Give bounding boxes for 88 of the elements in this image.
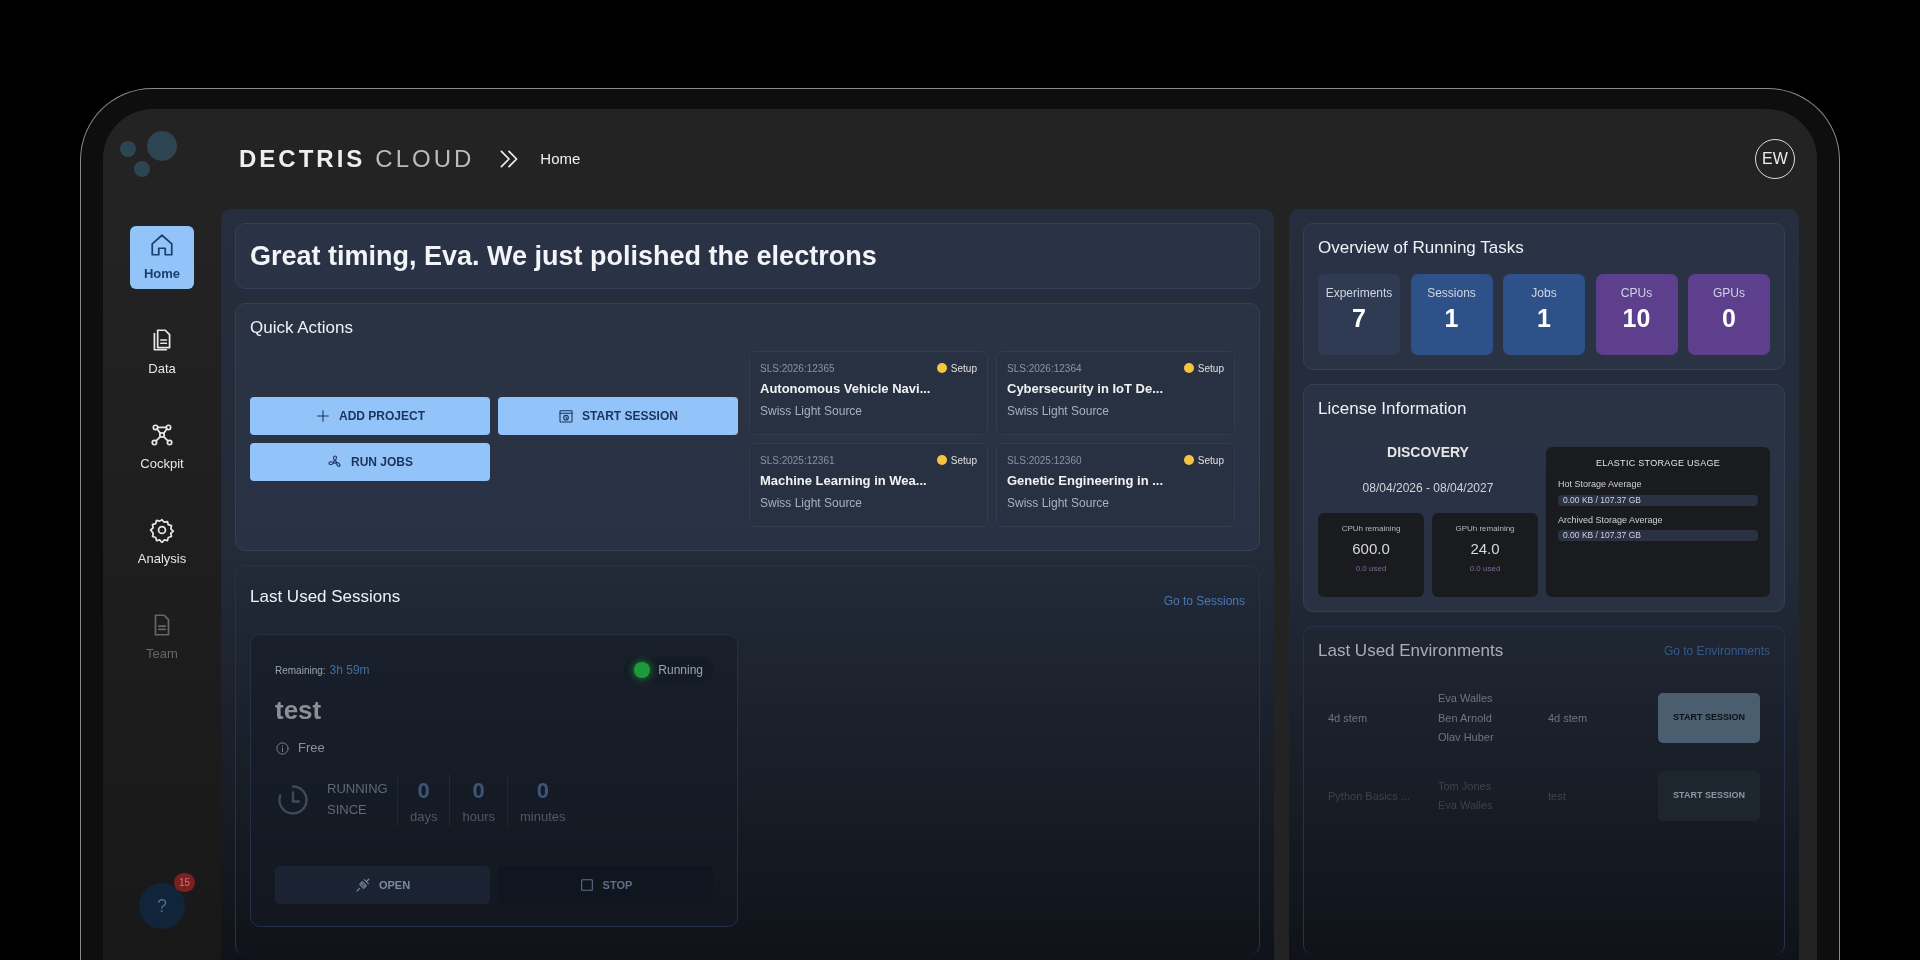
storage-label: Hot Storage Average <box>1558 478 1643 492</box>
fan-icon <box>327 453 343 470</box>
panel-title: ELASTIC STORAGE USAGE <box>1594 456 1722 470</box>
project-id: SLS:2026:12365 <box>760 361 835 376</box>
project-source: Swiss Light Source <box>1007 495 1111 513</box>
status-label: Setup <box>950 453 977 468</box>
calendar-clock-icon <box>558 407 575 424</box>
status-label: Setup <box>1197 453 1224 468</box>
notification-badge: 15 <box>173 873 195 892</box>
status-badge: Running <box>624 657 713 684</box>
quota-label: GPUh remaining <box>1454 522 1516 535</box>
stat-label: Jobs <box>1530 285 1558 303</box>
session-name: test <box>275 694 323 728</box>
stop-button[interactable]: STOP <box>498 866 713 905</box>
running-since-label: RUNNING SINCE <box>327 780 389 820</box>
project-card[interactable]: SLS:2025:12361 Setup Machine Learning in Wea... Swiss Light Source <box>749 442 988 527</box>
action-button[interactable]: RUN JOBS <box>250 442 490 481</box>
stat-label: Experiments <box>1324 285 1394 303</box>
stat-label: Sessions <box>1426 285 1477 303</box>
stat-value: 1 <box>1443 303 1460 335</box>
project-source: Swiss Light Source <box>1007 403 1111 421</box>
project-title: Genetic Engineering in ... <box>1007 471 1165 490</box>
sidebar-item[interactable]: Home <box>130 226 194 289</box>
network-icon <box>149 421 175 448</box>
plan-name: DISCOVERY <box>1387 442 1469 462</box>
quota-label: CPUh remaining <box>1340 522 1402 535</box>
status-label: Setup <box>950 361 977 376</box>
project-source: Swiss Light Source <box>760 403 864 421</box>
action-button[interactable]: ADD PROJECT <box>250 396 490 435</box>
counter-value: 0 <box>535 776 550 805</box>
sidebar-item[interactable]: Analysis <box>130 511 194 574</box>
quota-value: 24.0 <box>1469 538 1501 559</box>
brand-logo: DECTRIS <box>239 144 366 174</box>
project-title: Autonomous Vehicle Navi... <box>760 379 932 398</box>
stat-value: 1 <box>1536 303 1552 335</box>
project-card[interactable]: SLS:2026:12365 Setup Autonomous Vehicle Navi... Swiss Light Source <box>749 350 988 435</box>
brand-logo-suffix: CLOUD <box>375 144 475 174</box>
project-title: Machine Learning in Wea... <box>760 471 928 490</box>
section-title: License Information <box>1318 399 1468 420</box>
plan-label: Free <box>298 739 325 758</box>
start-session-button[interactable]: START SESSION <box>1658 771 1760 822</box>
storage-reading: 0.00 KB / 107.37 GB <box>1563 493 1641 507</box>
counter-unit: days <box>410 807 438 826</box>
section-title: Quick Actions <box>250 318 354 339</box>
section-title: Last Used Sessions <box>250 587 401 608</box>
project-id: SLS:2026:12364 <box>1007 361 1082 376</box>
quota-used: 0.0 used <box>1354 563 1388 576</box>
counter-unit: hours <box>462 807 495 826</box>
sidebar-item[interactable]: Cockpit <box>130 416 194 479</box>
info-icon <box>275 740 290 756</box>
stat-value: 0 <box>1721 303 1737 335</box>
open-button[interactable]: OPEN <box>275 866 490 905</box>
project-card[interactable]: SLS:2025:12360 Setup Genetic Engineering in ... Swiss Light Source <box>996 442 1235 527</box>
user-list: Eva Walles Ben Arnold Olav Huber <box>1438 689 1548 748</box>
project-id: SLS:2025:12361 <box>760 453 835 468</box>
counter-unit: minutes <box>520 807 566 826</box>
section-title: Overview of Running Tasks <box>1318 238 1525 259</box>
quota-value: 600.0 <box>1351 538 1391 559</box>
remaining-time: 3h 59m <box>329 663 370 678</box>
license-period: 08/04/2026 - 08/04/2027 <box>1362 479 1494 497</box>
project-id: SLS:2025:12360 <box>1007 453 1082 468</box>
counter-value: 0 <box>471 776 486 805</box>
stat-value: 7 <box>1351 303 1367 335</box>
stat-label: GPUs <box>1712 285 1746 303</box>
storage-label: Archived Storage Average <box>1558 513 1664 527</box>
storage-reading: 0.00 KB / 107.37 GB <box>1563 529 1641 543</box>
project-card[interactable]: SLS:2026:12364 Setup Cybersecurity in IoT De... Swiss Light Source <box>996 350 1235 435</box>
action-button[interactable]: START SESSION <box>498 396 738 435</box>
session-card[interactable]: Remaining: 3h 59m Running test Free RUNNING SINCE 0 days 0 hours 0 minutes OPEN STOP <box>250 634 738 928</box>
plus-icon <box>315 407 331 424</box>
stat-value: 10 <box>1621 303 1652 335</box>
project-title: Cybersecurity in IoT De... <box>1007 379 1165 398</box>
status-dot <box>634 662 651 679</box>
environment-name: 4d stem <box>1328 710 1369 726</box>
breadcrumb-item[interactable]: Home <box>540 147 581 171</box>
greeting-heading: Great timing, Eva. We just polished the electrons <box>250 240 878 273</box>
plug-icon <box>354 877 371 894</box>
section-title: Last Used Environments <box>1318 640 1504 662</box>
settings-icon <box>149 516 175 543</box>
stat-label: CPUs <box>1619 285 1654 303</box>
square-icon <box>578 877 595 894</box>
project-source: Swiss Light Source <box>760 495 864 513</box>
table-cell-text: 4d stem <box>1548 710 1589 726</box>
counter-value: 0 <box>416 776 431 805</box>
status-label: Setup <box>1197 361 1224 376</box>
quota-used: 0.0 used <box>1468 563 1502 576</box>
sidebar-item[interactable]: Data <box>130 321 194 384</box>
remaining-label: Remaining: <box>275 665 326 677</box>
